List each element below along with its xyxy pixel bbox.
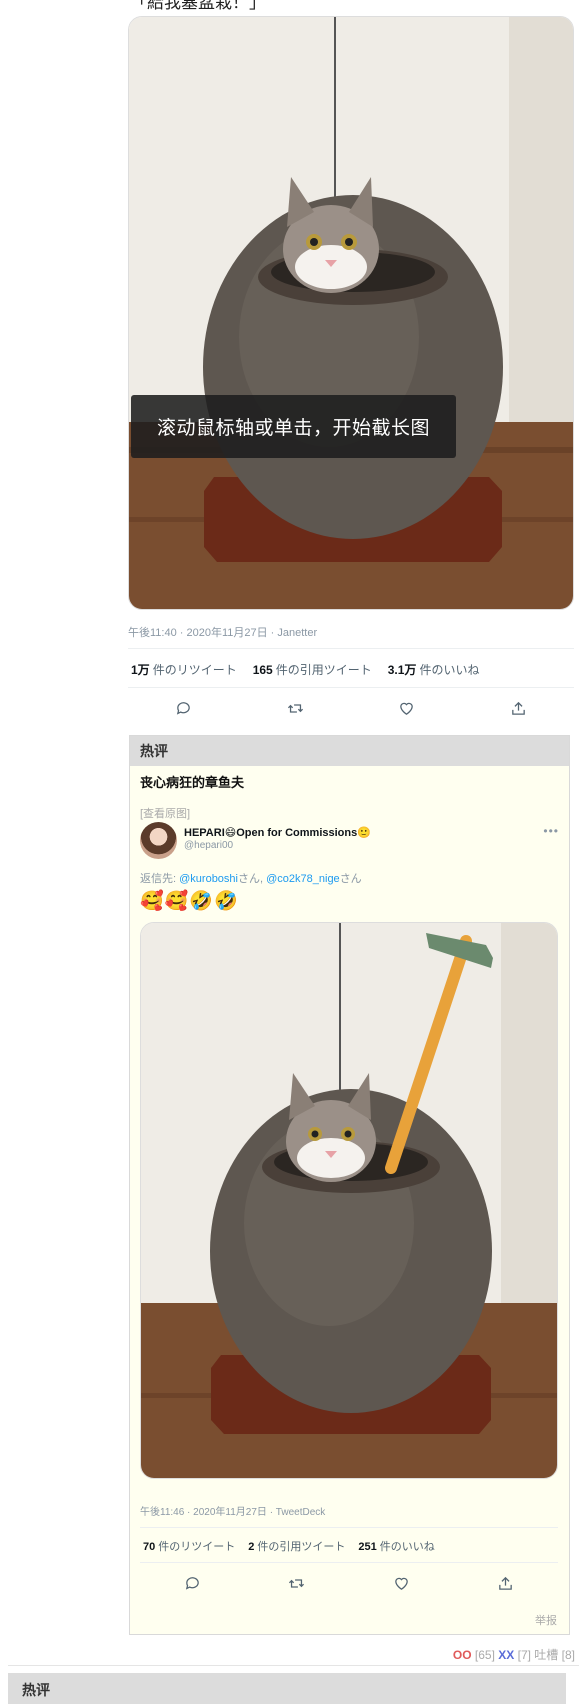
- user-handle[interactable]: @hepari00: [184, 840, 233, 851]
- quote-stat[interactable]: 2 件の引用ツイート: [248, 1538, 345, 1554]
- share-icon[interactable]: [495, 1572, 517, 1594]
- like-stat[interactable]: 3.1万 件のいいね: [388, 661, 480, 678]
- retweet-icon[interactable]: [284, 697, 306, 719]
- divider: [140, 1562, 558, 1563]
- quote-stat[interactable]: 165 件の引用ツイート: [253, 661, 372, 678]
- comment-image-cat-with-hammer[interactable]: [140, 922, 558, 1479]
- report-link[interactable]: 举报: [535, 1612, 557, 1628]
- oo-vote-button[interactable]: OO: [453, 1648, 472, 1662]
- tucao-button[interactable]: 吐槽: [534, 1648, 558, 1662]
- reply-icon[interactable]: [173, 697, 195, 719]
- oo-count: [65]: [474, 1648, 495, 1662]
- share-icon[interactable]: [507, 697, 529, 719]
- retweet-stat[interactable]: 1万 件のリツイート: [131, 661, 237, 678]
- tweet-emojis: 🥰🥰🤣🤣: [140, 891, 239, 912]
- vote-bar: OO [65] XX [7] 吐槽 [8]: [453, 1646, 575, 1663]
- tucao-count: [8]: [561, 1648, 575, 1662]
- tweet-meta: 午後11:40 · 2020年11月27日 · Janetter: [128, 627, 318, 639]
- like-icon[interactable]: [396, 697, 418, 719]
- divider: [8, 1665, 579, 1666]
- reply-to-line: 返信先: @kuroboshiさん, @co2k78_nigeさん: [140, 873, 362, 885]
- post-image-cat-in-pot[interactable]: [128, 16, 574, 610]
- avatar[interactable]: [140, 822, 177, 859]
- tweet-meta: 午後11:46 · 2020年11月27日 · TweetDeck: [140, 1507, 326, 1518]
- tweet-actions: [140, 1570, 558, 1596]
- tweet-stats: 70 件のリツイート 2 件の引用ツイート 251 件のいいね: [143, 1538, 435, 1554]
- divider: [140, 1527, 558, 1528]
- display-name[interactable]: HEPARI😄Open for Commissions🙂: [184, 826, 371, 839]
- reply-icon[interactable]: [181, 1572, 203, 1594]
- more-icon[interactable]: •••: [543, 824, 559, 838]
- hot-comment-header: 热评: [8, 1673, 566, 1704]
- tweet-actions: [128, 695, 574, 721]
- hot-comment-box: 热评 丧心病狂的章鱼夫 [查看原图] HEPARI😄Open for Commi…: [129, 735, 570, 1635]
- divider: [128, 648, 574, 649]
- like-icon[interactable]: [390, 1572, 412, 1594]
- mention-link[interactable]: @kuroboshi: [179, 873, 238, 885]
- divider: [128, 687, 574, 688]
- post-caption: 「給我塞盆栽！」: [130, 0, 266, 12]
- hot-comment-header: 热评: [130, 736, 569, 766]
- mention-link[interactable]: @co2k78_nige: [266, 873, 340, 885]
- like-stat[interactable]: 251 件のいいね: [358, 1538, 434, 1554]
- comment-username[interactable]: 丧心病狂的章鱼夫: [140, 772, 244, 791]
- retweet-icon[interactable]: [286, 1572, 308, 1594]
- view-original-link[interactable]: [查看原图]: [140, 805, 190, 821]
- xx-vote-button[interactable]: XX: [498, 1648, 514, 1662]
- xx-count: [7]: [517, 1648, 531, 1662]
- tweet-stats: 1万 件のリツイート 165 件の引用ツイート 3.1万 件のいいね: [131, 661, 479, 678]
- retweet-stat[interactable]: 70 件のリツイート: [143, 1538, 235, 1554]
- screenshot-hint-overlay[interactable]: 滚动鼠标轴或单击，开始截长图: [131, 395, 456, 458]
